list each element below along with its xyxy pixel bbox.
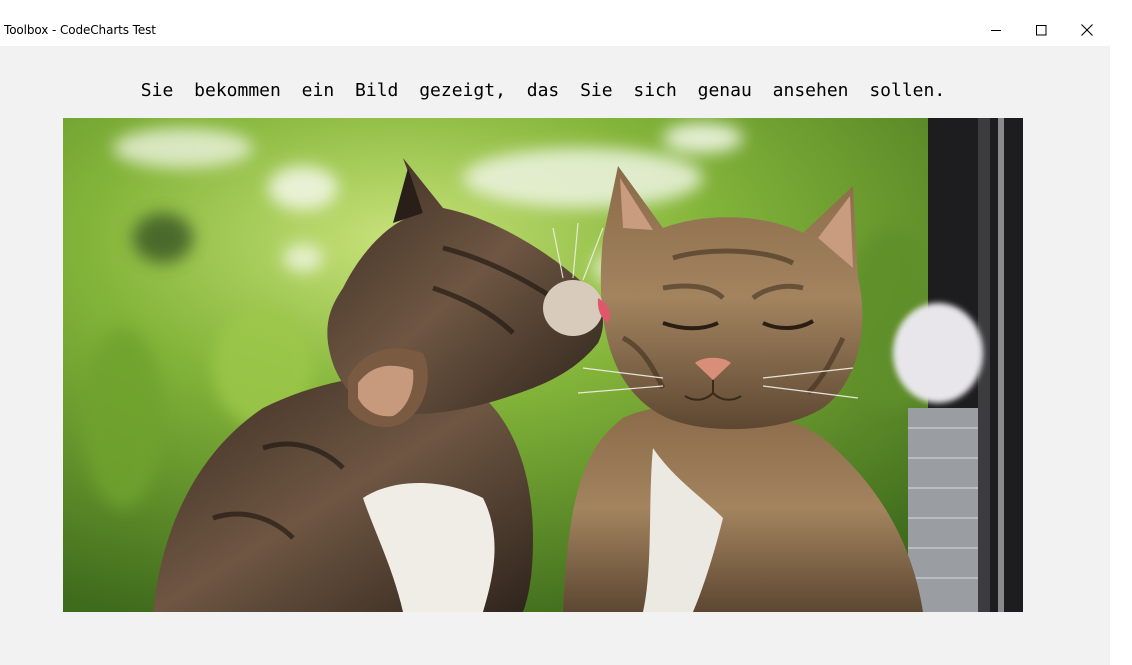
instruction-text: Sie bekommen ein Bild gezeigt, das Sie s… bbox=[140, 80, 946, 101]
close-button[interactable] bbox=[1064, 14, 1110, 46]
window-edge bbox=[1110, 46, 1132, 665]
app-window: Toolbox - CodeCharts Test Sie bekommen e… bbox=[0, 0, 1132, 665]
two-tabby-cats-photo bbox=[63, 118, 1023, 612]
stimulus-image bbox=[63, 118, 1023, 612]
minimize-button[interactable] bbox=[973, 14, 1019, 46]
minimize-icon bbox=[990, 25, 1002, 36]
maximize-icon bbox=[1035, 24, 1047, 36]
close-icon bbox=[1081, 24, 1093, 36]
maximize-button[interactable] bbox=[1018, 14, 1064, 46]
window-title: Toolbox - CodeCharts Test bbox=[4, 23, 156, 37]
title-bar[interactable]: Toolbox - CodeCharts Test bbox=[0, 0, 1110, 46]
